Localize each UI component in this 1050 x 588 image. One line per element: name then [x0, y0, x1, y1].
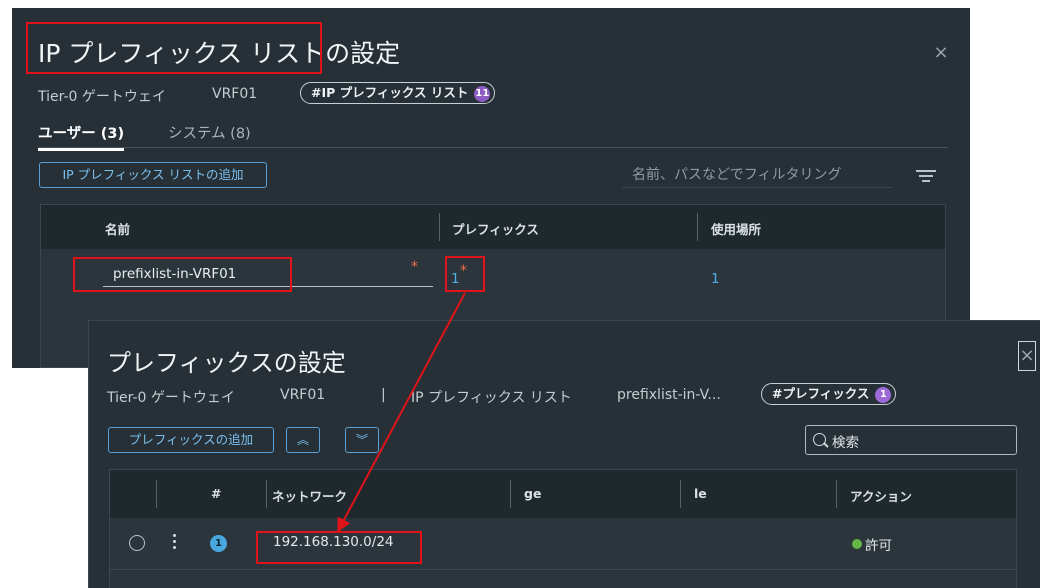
- callout-arrow: [337, 292, 466, 533]
